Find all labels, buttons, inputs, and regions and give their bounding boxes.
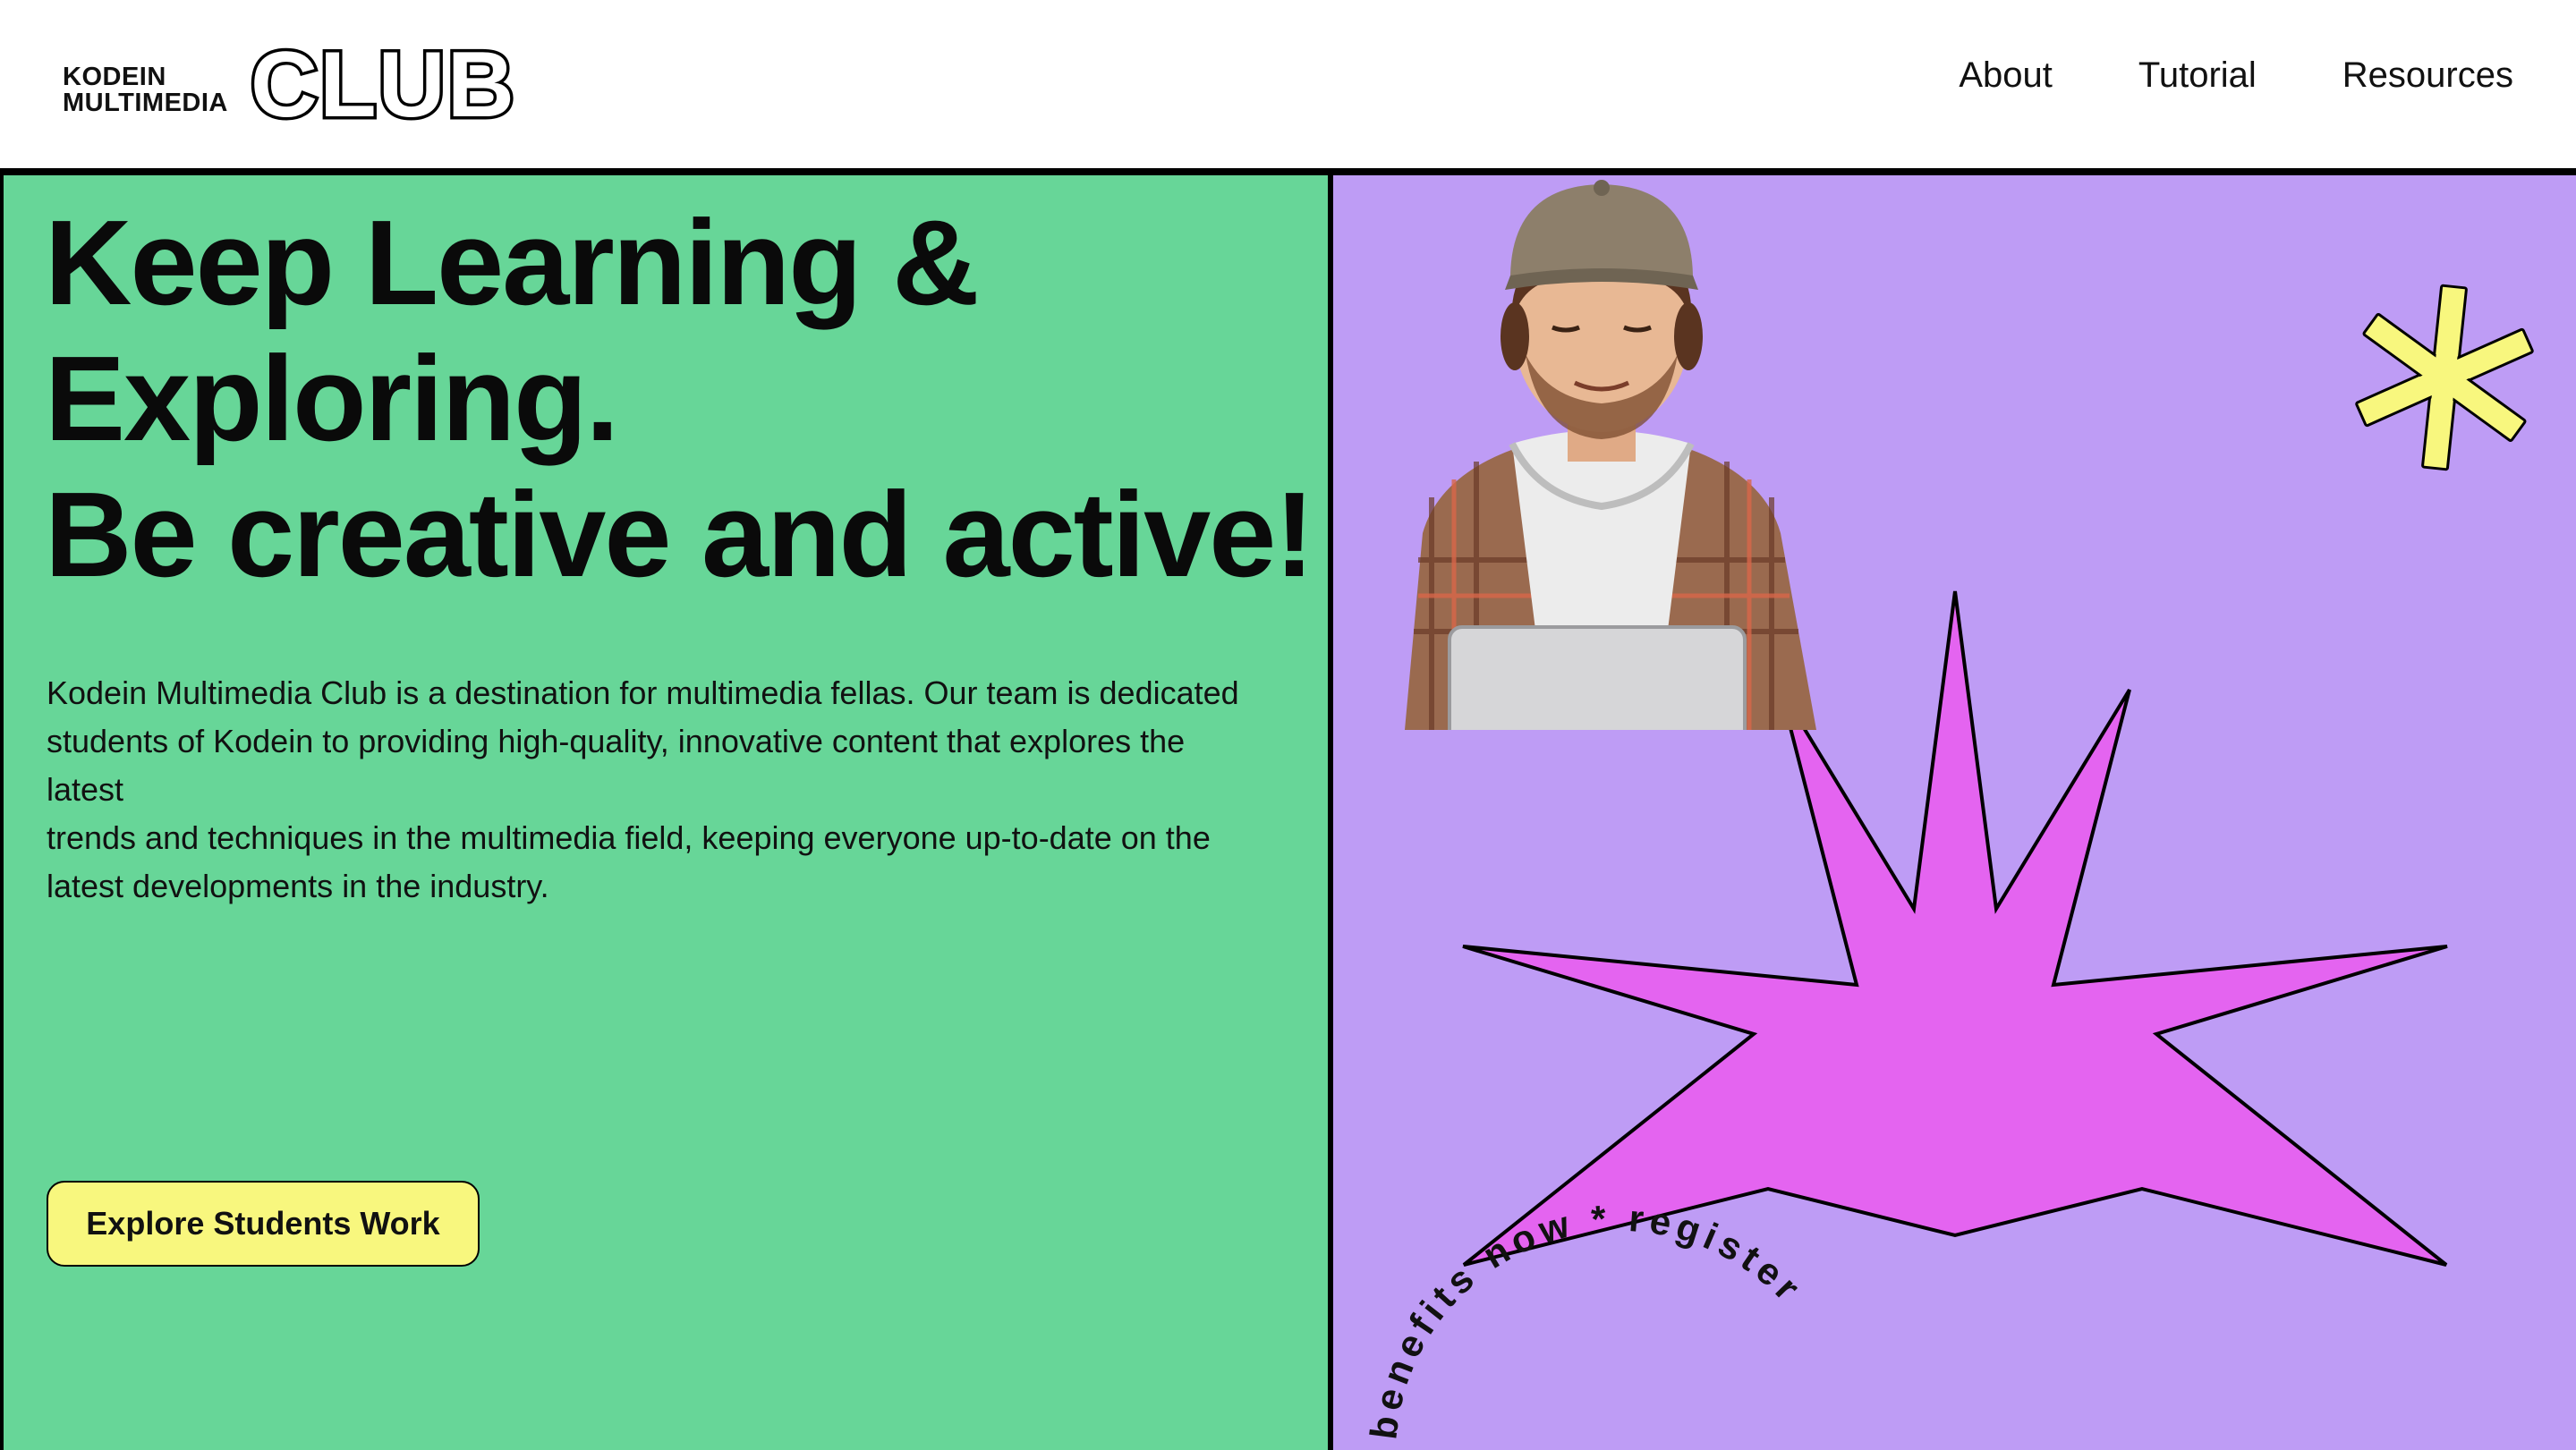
description-line: latest xyxy=(47,771,124,808)
club-logo[interactable]: KODEIN MULTIMEDIA CLUB xyxy=(63,38,528,127)
logo-wordmark: CLUB xyxy=(251,38,517,127)
logo-line1: KODEIN xyxy=(63,63,166,91)
nav-about[interactable]: About xyxy=(1959,55,2053,96)
description-line: latest developments in the industry. xyxy=(47,868,549,904)
headline-line: Exploring. xyxy=(45,331,619,466)
student-photo xyxy=(1405,180,1816,730)
register-badge-textpath: benefits now * register xyxy=(1362,1197,1807,1441)
description-line: trends and techniques in the multimedia … xyxy=(47,819,1211,856)
asterisk-icon xyxy=(2355,284,2534,471)
nav-resources[interactable]: Resources xyxy=(2342,55,2513,96)
register-badge-text: benefits now * register xyxy=(1362,1197,1812,1441)
header-divider xyxy=(0,168,2576,175)
logo-line2: MULTIMEDIA xyxy=(63,89,228,117)
hero-right-panel: benefits now * register xyxy=(1333,175,2576,1450)
nav-tutorial[interactable]: Tutorial xyxy=(2138,55,2257,96)
logo-wordmark-text: CLUB xyxy=(251,38,516,127)
hero-description: Kodein Multimedia Club is a destination … xyxy=(47,669,1281,911)
description-line: Kodein Multimedia Club is a destination … xyxy=(47,674,1239,711)
site-header: KODEIN MULTIMEDIA CLUB About Tutorial Re… xyxy=(0,0,2576,168)
hero-headline: Keep Learning & Exploring. Be creative a… xyxy=(45,195,1314,603)
description-line: students of Kodein to providing high-qua… xyxy=(47,723,1186,759)
logo-small-text: KODEIN MULTIMEDIA xyxy=(63,64,228,116)
explore-students-work-button[interactable]: Explore Students Work xyxy=(47,1181,480,1267)
headline-line: Be creative and active! xyxy=(45,467,1314,602)
headline-line: Keep Learning & xyxy=(45,195,980,330)
main-nav: About Tutorial Resources xyxy=(1959,55,2513,96)
